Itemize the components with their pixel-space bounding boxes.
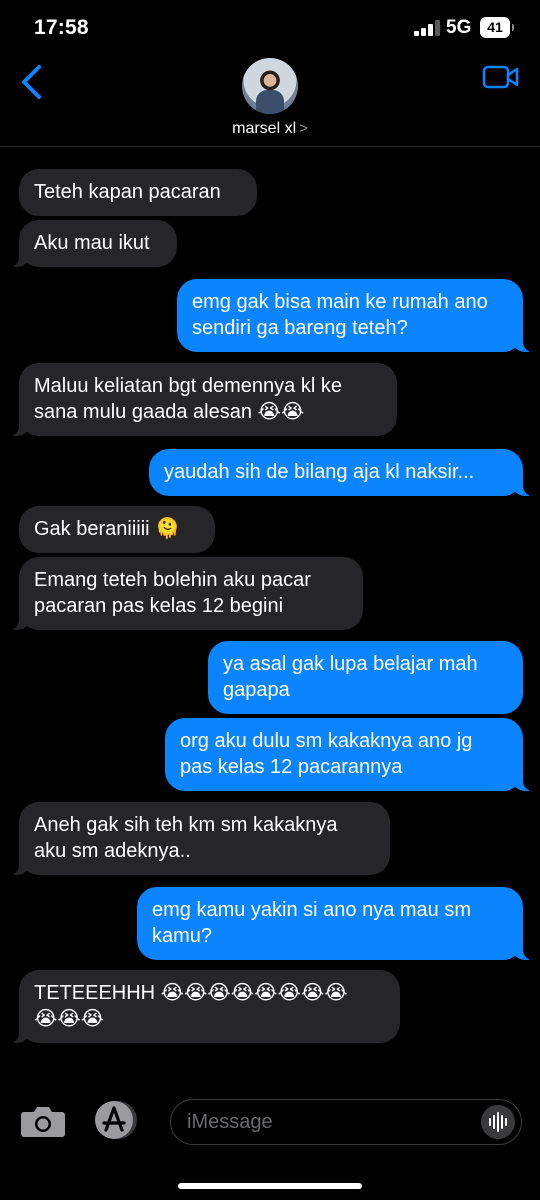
- message-bubble-incoming[interactable]: TETEEEHHH 😭😭😭😭😭😭😭😭 😭😭😭: [7, 970, 400, 1043]
- audio-message-button[interactable]: [481, 1105, 515, 1139]
- message-bubble-outgoing[interactable]: yaudah sih de bilang aja kl naksir...: [149, 449, 535, 496]
- chevron-right-icon: >: [299, 120, 308, 137]
- cellular-signal-icon: [414, 20, 440, 36]
- camera-icon: [21, 1107, 65, 1137]
- message-input-placeholder: iMessage: [187, 1111, 273, 1133]
- message-input[interactable]: iMessage: [170, 1099, 522, 1145]
- conversation-header: marsel xl >: [0, 56, 540, 147]
- message-bubble-incoming[interactable]: Maluu keliatan bgt demennya kl ke sana m…: [7, 363, 397, 436]
- message-bubble-incoming[interactable]: Aku mau ikut: [7, 220, 177, 267]
- network-label: 5G: [446, 17, 472, 38]
- back-button[interactable]: [18, 62, 48, 102]
- status-time: 17:58: [34, 16, 89, 39]
- contact-name-button[interactable]: marsel xl >: [0, 120, 540, 138]
- facetime-video-button[interactable]: [482, 64, 520, 90]
- camera-button[interactable]: [20, 1103, 66, 1139]
- contact-name: marsel xl: [232, 120, 297, 137]
- video-camera-icon: [482, 65, 519, 89]
- waveform-icon: [489, 1112, 507, 1132]
- app-store-button[interactable]: [92, 1100, 140, 1140]
- message-bubble-outgoing[interactable]: org aku dulu sm kakaknya ano jg pas kela…: [165, 718, 535, 791]
- status-bar: 17:58 5G 41: [0, 0, 540, 56]
- battery-icon: 41: [480, 17, 514, 38]
- chevron-left-icon: [22, 65, 41, 99]
- contact-avatar[interactable]: [242, 58, 298, 114]
- app-store-icon: [95, 1101, 137, 1139]
- message-bubble-outgoing[interactable]: ya asal gak lupa belajar mah gapapa: [208, 641, 523, 714]
- message-bubble-incoming[interactable]: Aneh gak sih teh km sm kakaknya aku sm a…: [7, 802, 390, 875]
- home-indicator[interactable]: [178, 1183, 362, 1189]
- message-bubble-outgoing[interactable]: emg kamu yakin si ano nya mau sm kamu?: [137, 887, 535, 960]
- message-bubble-incoming[interactable]: Teteh kapan pacaran: [19, 169, 257, 216]
- message-bubble-incoming[interactable]: Emang teteh bolehin aku pacar pacaran pa…: [7, 557, 363, 630]
- message-bubble-outgoing[interactable]: emg gak bisa main ke rumah ano sendiri g…: [177, 279, 535, 352]
- message-bubble-incoming[interactable]: Gak beraniiiii 🫠: [19, 506, 215, 553]
